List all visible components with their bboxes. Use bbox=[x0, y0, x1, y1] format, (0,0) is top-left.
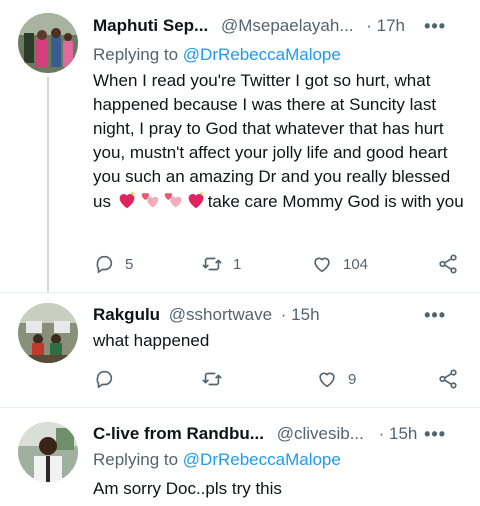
user-handle[interactable]: @sshortwave bbox=[169, 305, 272, 324]
share-icon bbox=[439, 254, 457, 274]
like-button[interactable]: 9 bbox=[316, 368, 356, 390]
reply-icon bbox=[96, 255, 113, 274]
more-icon[interactable]: ••• bbox=[424, 14, 446, 38]
more-icon[interactable]: ••• bbox=[424, 303, 446, 327]
retweet-count: 1 bbox=[233, 255, 242, 273]
timestamp[interactable]: · 15h bbox=[281, 305, 320, 324]
display-name[interactable]: C-live from Randbu... bbox=[93, 424, 264, 443]
retweet-icon bbox=[202, 257, 222, 271]
timestamp[interactable]: · 15h bbox=[379, 424, 418, 443]
display-name[interactable]: Maphuti Sep... bbox=[93, 16, 208, 35]
tweet-text: Am sorry Doc..pls try this bbox=[93, 479, 282, 498]
like-count: 104 bbox=[343, 255, 369, 273]
avatar-photo bbox=[18, 422, 78, 482]
tweet-text: When I read you're Twitter I got so hurt… bbox=[93, 69, 465, 214]
revolving-hearts-emoji bbox=[164, 192, 181, 208]
avatar[interactable] bbox=[18, 13, 78, 73]
tweet-header: Maphuti Sep... @Msepaelayah... · 17h ••• bbox=[93, 14, 468, 38]
tweet-maphuti[interactable]: Maphuti Sep... @Msepaelayah... · 17h •••… bbox=[0, 0, 480, 292]
heart-icon bbox=[314, 257, 330, 273]
reply-count: 5 bbox=[125, 255, 134, 273]
share-button[interactable] bbox=[437, 368, 459, 390]
avatar-photo bbox=[18, 13, 78, 73]
retweet-icon bbox=[202, 372, 222, 386]
avatar[interactable] bbox=[18, 303, 78, 363]
replying-to-label: Replying to bbox=[93, 450, 183, 469]
avatar-photo bbox=[18, 303, 78, 363]
user-handle[interactable]: @clivesib... bbox=[277, 424, 364, 443]
sparkling-heart-emoji bbox=[119, 190, 135, 209]
mention-link[interactable]: @DrRebeccaMalope bbox=[183, 450, 341, 469]
timestamp[interactable]: · 17h bbox=[366, 16, 405, 35]
revolving-hearts-emoji bbox=[141, 192, 158, 208]
thread-line bbox=[47, 77, 49, 292]
tweet-text-part2: take care Mommy God is with you bbox=[207, 192, 464, 211]
retweet-button[interactable] bbox=[201, 368, 233, 390]
reply-icon bbox=[96, 370, 113, 389]
heart-icon bbox=[319, 372, 335, 388]
reply-button[interactable] bbox=[93, 368, 125, 390]
tweet-text: what happened bbox=[93, 331, 210, 350]
share-button[interactable] bbox=[437, 253, 459, 275]
share-icon bbox=[439, 369, 457, 389]
retweet-button[interactable]: 1 bbox=[201, 253, 241, 275]
tweet-header: C-live from Randbu... @clivesib... · 15h… bbox=[93, 422, 468, 446]
like-button[interactable]: 104 bbox=[311, 253, 368, 275]
more-icon[interactable]: ••• bbox=[424, 422, 446, 446]
display-name[interactable]: Rakgulu bbox=[93, 305, 160, 324]
user-handle[interactable]: @Msepaelayah... bbox=[221, 16, 354, 35]
tweet-actions: 5 1 104 bbox=[93, 253, 465, 275]
replying-to: Replying to @DrRebeccaMalope bbox=[93, 43, 341, 67]
mention-link[interactable]: @DrRebeccaMalope bbox=[183, 45, 341, 64]
tweet-header: Rakgulu @sshortwave · 15h ••• bbox=[93, 303, 468, 327]
replying-to: Replying to @DrRebeccaMalope bbox=[93, 448, 341, 472]
like-count: 9 bbox=[348, 370, 357, 388]
tweet-actions: 9 bbox=[93, 368, 465, 390]
sparkling-heart-emoji bbox=[188, 190, 204, 209]
tweet-clive[interactable]: C-live from Randbu... @clivesib... · 15h… bbox=[0, 408, 480, 506]
avatar[interactable] bbox=[18, 422, 78, 482]
reply-button[interactable]: 5 bbox=[93, 253, 133, 275]
replying-to-label: Replying to bbox=[93, 45, 183, 64]
tweet-rakgulu[interactable]: Rakgulu @sshortwave · 15h ••• what happe… bbox=[0, 293, 480, 407]
